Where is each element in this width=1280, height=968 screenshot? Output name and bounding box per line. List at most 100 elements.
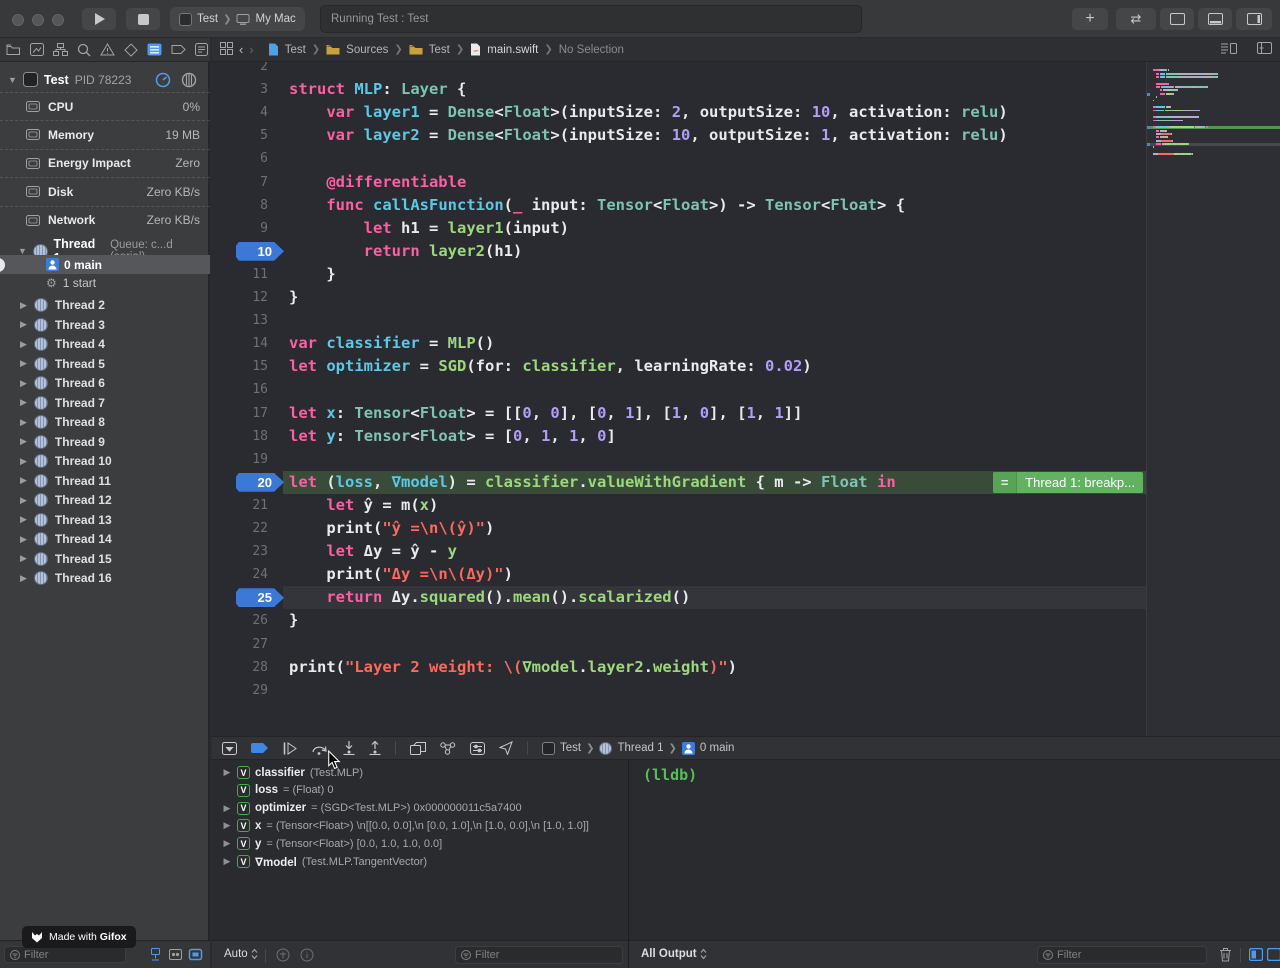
- console-scope-popup[interactable]: All Output: [641, 948, 707, 960]
- code-line-10[interactable]: 10 return layer2(h1): [212, 240, 1146, 263]
- line-number[interactable]: 5: [212, 124, 268, 147]
- line-number[interactable]: 15: [212, 355, 268, 378]
- source-editor[interactable]: 23struct MLP: Layer {4 var layer1 = Dens…: [212, 62, 1280, 736]
- thread-row[interactable]: ▶ Thread 7: [20, 393, 105, 412]
- disclosure-closed-icon[interactable]: ▶: [20, 397, 27, 408]
- tab-find-navigator[interactable]: [77, 43, 91, 57]
- step-into-button[interactable]: [343, 741, 355, 755]
- code-line-9[interactable]: 9 let h1 = layer1(input): [212, 217, 1146, 240]
- line-number[interactable]: 14: [212, 332, 268, 355]
- disclosure-closed-icon[interactable]: ▶: [20, 339, 27, 350]
- thread-row[interactable]: ▶ Thread 8: [20, 413, 105, 432]
- breakpoint-annotation[interactable]: =Thread 1: breakp...: [993, 472, 1143, 493]
- disclosure-closed-icon[interactable]: ▶: [20, 358, 27, 369]
- editor-only-button[interactable]: [1160, 8, 1194, 30]
- process-stat-row[interactable]: Memory 19 MB: [0, 120, 210, 148]
- line-number[interactable]: 17: [212, 402, 268, 425]
- disclosure-closed-icon[interactable]: ▶: [20, 378, 27, 389]
- process-stat-row[interactable]: Energy Impact Zero: [0, 149, 210, 177]
- thread-row[interactable]: ▶ Thread 15: [20, 549, 112, 568]
- code-line-23[interactable]: 23 let Δy = ŷ - y: [212, 540, 1146, 563]
- disclosure-closed-icon[interactable]: ▶: [20, 456, 27, 467]
- clear-console-button[interactable]: [1219, 947, 1232, 967]
- thread-row[interactable]: ▶ Thread 10: [20, 452, 112, 471]
- disclosure-closed-icon[interactable]: ▶: [20, 300, 27, 311]
- thread-row[interactable]: ▶ Thread 16: [20, 569, 112, 588]
- code-line-4[interactable]: 4 var layer1 = Dense<Float>(inputSize: 2…: [212, 101, 1146, 124]
- crumb-sources[interactable]: Sources: [346, 44, 388, 56]
- variables-filter-field[interactable]: Filter: [455, 946, 623, 964]
- code-line-3[interactable]: 3struct MLP: Layer {: [212, 78, 1146, 101]
- line-number[interactable]: 23: [212, 540, 268, 563]
- code-line-19[interactable]: 19: [212, 448, 1146, 471]
- code-line-27[interactable]: 27: [212, 633, 1146, 656]
- tab-source-control[interactable]: [30, 43, 44, 56]
- breakpoint-marker[interactable]: 20: [236, 473, 284, 492]
- code-line-29[interactable]: 29: [212, 679, 1146, 702]
- code-line-18[interactable]: 18let y: Tensor<Float> = [0, 1, 1, 0]: [212, 425, 1146, 448]
- process-stat-row[interactable]: Network Zero KB/s: [0, 206, 210, 234]
- thread-row[interactable]: ▶ Thread 12: [20, 491, 112, 510]
- variables-view[interactable]: ▶ V classifier (Test.MLP) V loss = (Floa…: [212, 760, 627, 940]
- code-line-20[interactable]: 20let (loss, ∇model) = classifier.valueW…: [212, 471, 1146, 494]
- disclosure-closed-icon[interactable]: ▶: [20, 534, 27, 545]
- crumb-file[interactable]: main.swift: [487, 44, 538, 56]
- breakpoints-toggle-button[interactable]: [251, 742, 269, 754]
- memory-graph-button[interactable]: [440, 742, 456, 755]
- code-line-7[interactable]: 7 @differentiable: [212, 171, 1146, 194]
- code-line-13[interactable]: 13: [212, 309, 1146, 332]
- forward-button[interactable]: ›: [249, 42, 253, 57]
- filter-breakpoints-icon[interactable]: [147, 946, 164, 968]
- filter-crashed-icon[interactable]: [167, 946, 184, 968]
- line-number[interactable]: 28: [212, 656, 268, 679]
- line-number[interactable]: 13: [212, 309, 268, 332]
- code-line-14[interactable]: 14var classifier = MLP(): [212, 332, 1146, 355]
- code-line-26[interactable]: 26}: [212, 609, 1146, 632]
- code-line-25[interactable]: 25 return Δy.squared().mean().scalarized…: [212, 586, 1146, 609]
- code-line-2[interactable]: 2: [212, 62, 1146, 78]
- line-number[interactable]: 22: [212, 517, 268, 540]
- thread-row[interactable]: ▶ Thread 14: [20, 530, 112, 549]
- line-number[interactable]: 9: [212, 217, 268, 240]
- line-number[interactable]: 24: [212, 563, 268, 586]
- crumb-group[interactable]: Test: [429, 44, 450, 56]
- disclosure-closed-icon[interactable]: ▶: [20, 319, 27, 330]
- disclosure-closed-icon[interactable]: ▶: [20, 514, 27, 525]
- variable-row[interactable]: ▶ V x = (Tensor<Float>) \n[[0.0, 0.0],\n…: [212, 817, 627, 835]
- close-icon[interactable]: [12, 14, 24, 26]
- variable-row[interactable]: ▶ V optimizer = (SGD<Test.MLP>) 0x000000…: [212, 799, 627, 817]
- code-line-24[interactable]: 24 print("Δy =\n\(Δy)"): [212, 563, 1146, 586]
- line-number[interactable]: 4: [212, 101, 268, 124]
- line-number[interactable]: 7: [212, 171, 268, 194]
- breakpoint-marker[interactable]: 25: [236, 588, 284, 607]
- tab-symbol-navigator[interactable]: [53, 43, 68, 56]
- minimap[interactable]: [1146, 62, 1280, 736]
- view-debugger-button[interactable]: [410, 742, 426, 755]
- tab-test-navigator[interactable]: [124, 43, 138, 57]
- disclosure-closed-icon[interactable]: ▶: [20, 436, 27, 447]
- code-line-21[interactable]: 21 let ŷ = m(x): [212, 494, 1146, 517]
- code-line-5[interactable]: 5 var layer2 = Dense<Float>(inputSize: 1…: [212, 124, 1146, 147]
- line-number[interactable]: 29: [212, 679, 268, 702]
- disclosure-closed-icon[interactable]: ▶: [222, 803, 232, 814]
- stack-frame[interactable]: ⚙ 1 start: [46, 276, 96, 290]
- hide-debug-area-button[interactable]: [222, 742, 237, 755]
- line-number[interactable]: 6: [212, 147, 268, 170]
- process-header[interactable]: ▼ Test PID 78223: [8, 72, 131, 87]
- back-button[interactable]: ‹: [239, 42, 243, 57]
- breakpoint-marker[interactable]: 10: [236, 242, 284, 261]
- scheme-selector[interactable]: Test ❯ My Mac: [170, 7, 305, 31]
- disclosure-closed-icon[interactable]: ▶: [222, 838, 232, 849]
- code-line-22[interactable]: 22 print("ŷ =\n\(ŷ)"): [212, 517, 1146, 540]
- console-view[interactable]: (lldb): [628, 760, 1280, 940]
- variable-row[interactable]: V loss = (Float) 0: [212, 781, 627, 799]
- inspector-toggle-button[interactable]: [1236, 8, 1272, 30]
- disclosure-closed-icon[interactable]: ▶: [20, 475, 27, 486]
- tab-issue-navigator[interactable]: [100, 43, 115, 56]
- code-line-17[interactable]: 17let x: Tensor<Float> = [[0, 0], [0, 1]…: [212, 402, 1146, 425]
- debug-crumb-frame[interactable]: 0 main: [700, 742, 735, 754]
- disclosure-closed-icon[interactable]: ▶: [20, 573, 27, 584]
- threads-view-icon[interactable]: [181, 72, 197, 93]
- line-number[interactable]: 3: [212, 78, 268, 101]
- variable-row[interactable]: ▶ V classifier (Test.MLP): [212, 764, 627, 782]
